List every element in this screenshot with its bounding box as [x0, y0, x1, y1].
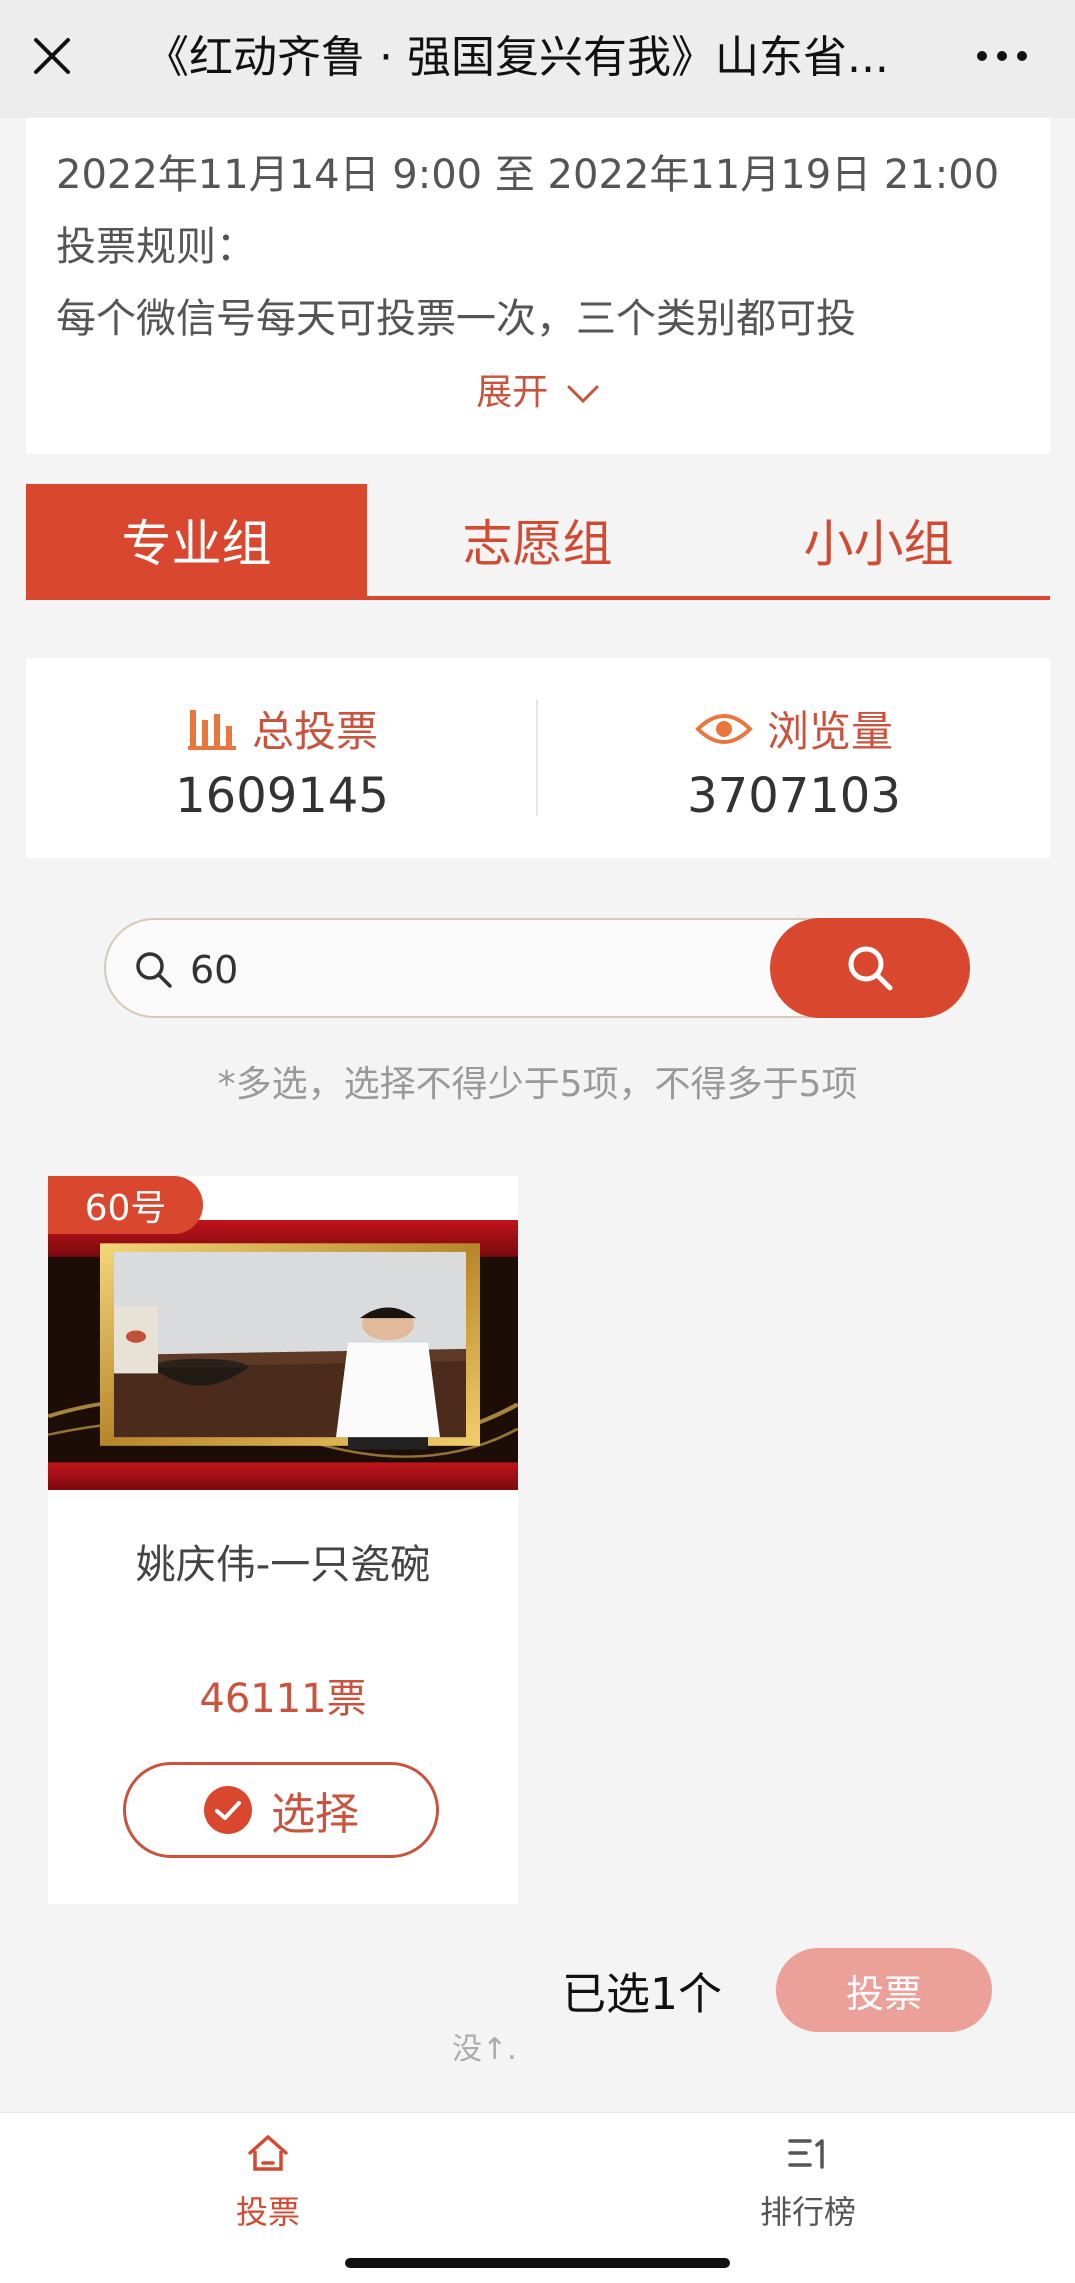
bar-chart-icon — [187, 709, 236, 750]
views-label: 浏览量 — [766, 707, 893, 756]
group-tabs: 专业组 志愿组 小小组 — [26, 484, 1050, 600]
check-circle-icon — [204, 1786, 252, 1834]
chevron-down-icon — [567, 385, 599, 404]
search-button[interactable] — [770, 918, 970, 1018]
stat-total-votes: 总投票 1609145 — [26, 658, 538, 858]
tab-volunteer[interactable]: 志愿组 — [367, 484, 708, 596]
top-bar: 《红动齐鲁 · 强国复兴有我》山东省... — [0, 0, 1075, 118]
nav-vote[interactable]: 投票 — [118, 2133, 418, 2233]
nav-ranking-label: 排行榜 — [759, 2193, 856, 2231]
eye-icon — [695, 713, 753, 744]
rules-text: 每个微信号每天可投票一次，三个类别都可投 — [56, 296, 856, 342]
tab-professional[interactable]: 专业组 — [26, 484, 367, 596]
entry-number-badge: 60号 — [48, 1176, 203, 1234]
selection-hint: *多选，选择不得少于5项，不得多于5项 — [217, 1064, 858, 1105]
entry-thumbnail[interactable] — [48, 1220, 518, 1490]
stats-panel: 总投票 1609145 浏览量 3707103 — [26, 658, 1050, 858]
vote-button[interactable]: 投票 — [776, 1948, 992, 2032]
more-icon[interactable] — [972, 36, 1032, 76]
info-card: 2022年11月14日 9:00 至 2022年11月19日 21:00 投票规… — [26, 118, 1050, 454]
select-label: 选择 — [271, 1789, 359, 1840]
tab-kids[interactable]: 小小组 — [708, 484, 1049, 596]
rules-title: 投票规则： — [56, 224, 256, 270]
time-range: 2022年11月14日 9:00 至 2022年11月19日 21:00 — [56, 152, 1000, 198]
entry-name: 姚庆伟-一只瓷碗 — [135, 1542, 431, 1588]
entry-votes: 46111票 — [199, 1676, 367, 1722]
entry-card[interactable]: 60号 姚庆伟-一只瓷碗 46111票 选择 — [48, 1176, 518, 1904]
home-indicator — [345, 2258, 730, 2268]
expand-button[interactable]: 展开 — [26, 363, 1050, 415]
no-more-text: 没↑. — [452, 2032, 517, 2067]
ranking-icon — [788, 2139, 824, 2169]
nav-vote-label: 投票 — [235, 2193, 300, 2231]
selected-count: 已选1个 — [562, 1969, 722, 2020]
stat-views: 浏览量 3707103 — [538, 658, 1050, 858]
nav-ranking[interactable]: 排行榜 — [658, 2133, 958, 2233]
total-votes-value: 1609145 — [175, 768, 389, 824]
select-button[interactable]: 选择 — [123, 1762, 439, 1858]
search-icon — [848, 946, 893, 991]
page-title: 《红动齐鲁 · 强国复兴有我》山东省... — [145, 32, 889, 83]
search-icon — [136, 952, 172, 988]
close-icon[interactable] — [28, 32, 76, 80]
views-value: 3707103 — [687, 768, 901, 824]
search-input[interactable] — [188, 942, 732, 998]
total-votes-label: 总投票 — [251, 707, 378, 756]
home-icon — [248, 2135, 288, 2171]
expand-label: 展开 — [476, 372, 549, 413]
